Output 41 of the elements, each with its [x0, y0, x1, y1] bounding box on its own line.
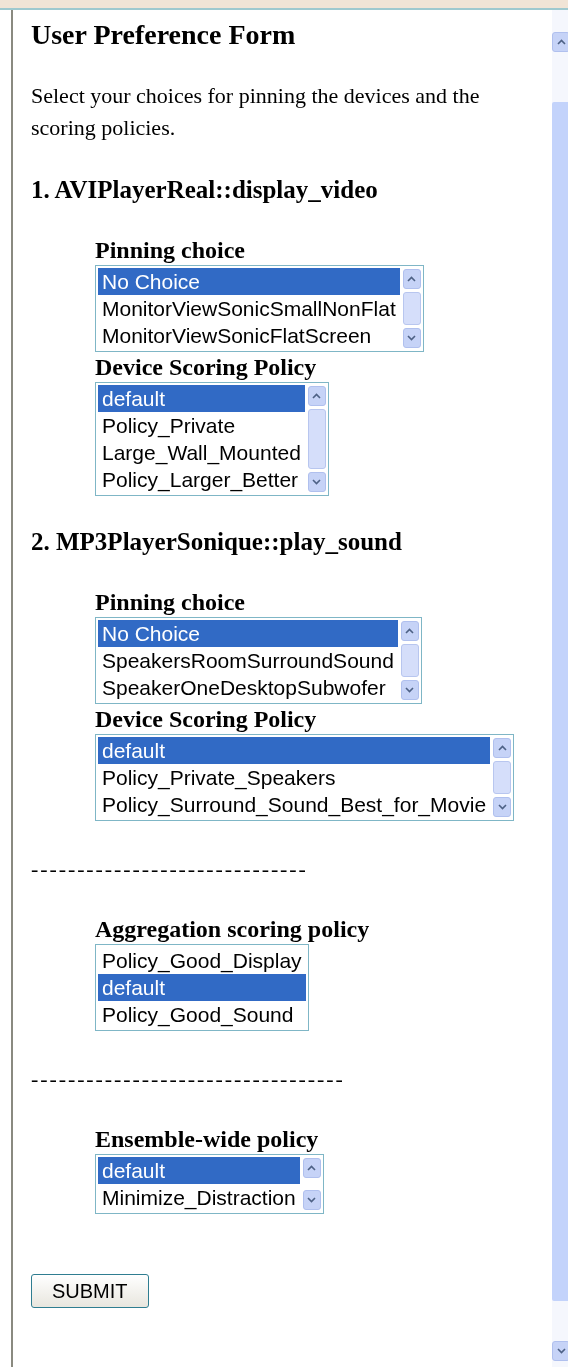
scroll-up-icon[interactable]: [402, 269, 421, 289]
list-box[interactable]: default Policy_Private Large_Wall_Mounted Policy_Larger_Better: [95, 382, 329, 496]
section-heading: 1. AVIPlayerReal::display_video: [31, 176, 379, 204]
list-label: Ensemble-wide policy: [95, 1126, 319, 1152]
scroll-up-icon[interactable]: [302, 1158, 321, 1178]
scroll-down-icon[interactable]: [400, 680, 419, 700]
list-option[interactable]: default: [98, 974, 306, 1001]
list-option[interactable]: default: [98, 737, 491, 764]
scroll-up-icon[interactable]: [493, 738, 512, 758]
list-option[interactable]: No Choice: [98, 620, 398, 647]
submit-button[interactable]: SUBMIT: [31, 1274, 149, 1308]
list-label: Pinning choice: [95, 589, 245, 615]
scroll-up-icon[interactable]: [400, 621, 419, 641]
list-box[interactable]: Policy_Good_Display default Policy_Good_Sound: [95, 944, 309, 1031]
scroll-thumb[interactable]: [402, 292, 421, 325]
scroll-thumb[interactable]: [400, 644, 419, 677]
scroll-thumb[interactable]: [493, 761, 512, 794]
form-title: User Preference Form: [31, 20, 297, 50]
list-box[interactable]: No Choice SpeakersRoomSurroundSound SpeakerOneDesktopSubwofer: [95, 617, 422, 704]
intro-text: Select your choices for pinning the devices and the scoring policies.: [31, 82, 481, 142]
dashed-divider: ------------------------------: [31, 859, 309, 879]
list-label: Pinning choice: [95, 237, 245, 263]
list-box[interactable]: No Choice MonitorViewSonicSmallNonFlat MonitorViewSonicFlatScreen: [95, 265, 424, 352]
dashed-divider: ----------------------------------: [31, 1069, 346, 1089]
list-option[interactable]: default: [98, 1157, 300, 1184]
list-label: Device Scoring Policy: [95, 354, 317, 380]
page-scroll-down-icon[interactable]: [552, 1341, 568, 1361]
list-label: Aggregation scoring policy: [95, 916, 370, 942]
list-option[interactable]: No Choice: [98, 268, 400, 295]
scroll-thumb[interactable]: [307, 409, 326, 469]
scroll-down-icon[interactable]: [402, 328, 421, 348]
list-box[interactable]: default Minimize_Distraction: [95, 1154, 324, 1214]
page-scroll-up-icon[interactable]: [552, 32, 568, 52]
section-heading: 2. MP3PlayerSonique::play_sound: [31, 528, 403, 556]
scroll-down-icon[interactable]: [493, 797, 512, 817]
scroll-up-icon[interactable]: [307, 386, 326, 406]
list-option[interactable]: default: [98, 385, 305, 412]
scroll-down-icon[interactable]: [307, 472, 326, 492]
scroll-down-icon[interactable]: [302, 1190, 321, 1210]
list-box[interactable]: default Policy_Private_Speakers Policy_Surround_Sound_Best_for_Movie: [95, 734, 515, 821]
list-label: Device Scoring Policy: [95, 706, 317, 732]
